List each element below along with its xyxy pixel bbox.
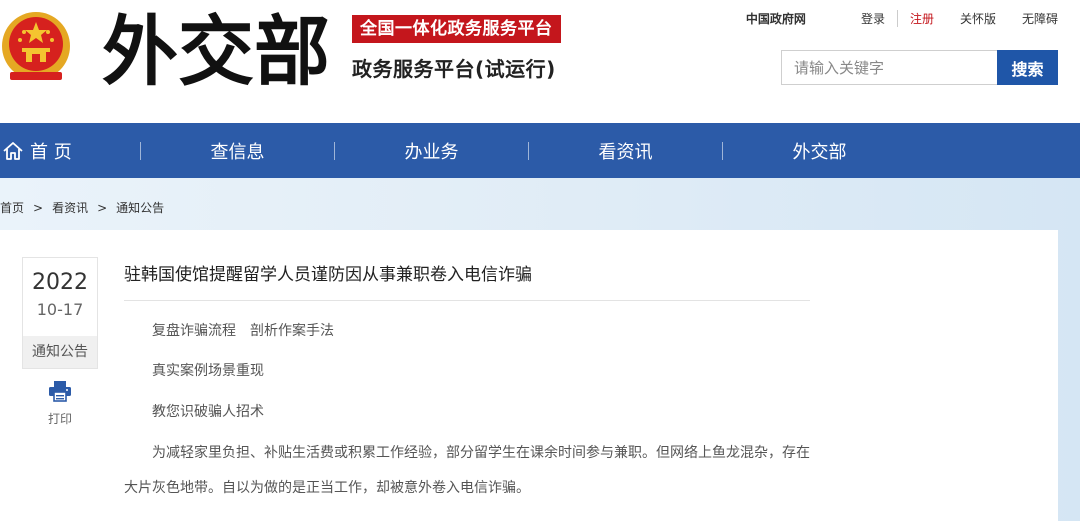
article-paragraph: 教您识破骗人招术 xyxy=(152,404,264,420)
article-paragraph: 为减轻家里负担、补贴生活费或积累工作经验，部分留学生在课余时间参与兼职。但网络上… xyxy=(124,445,810,496)
breadcrumb-current: 通知公告 xyxy=(116,201,165,215)
article-paragraph: 复盘诈骗流程 剖析作案手法 xyxy=(152,323,334,339)
main-nav: 首 页 查信息 办业务 看资讯 外交部 xyxy=(0,123,1080,178)
nav-ministry-label: 外交部 xyxy=(792,141,847,163)
search-button[interactable]: 搜索 xyxy=(997,50,1058,85)
gov-site-link[interactable]: 中国政府网 xyxy=(746,10,806,27)
date-month-day: 10-17 xyxy=(36,300,84,319)
national-emblem-icon[interactable] xyxy=(0,8,72,88)
nav-query-info-label: 查信息 xyxy=(210,141,265,163)
printer-icon xyxy=(49,381,71,402)
ministry-calligraphy-logo: 外交部 xyxy=(102,7,328,96)
title-divider xyxy=(124,300,810,301)
accessibility-link[interactable]: 无障碍 xyxy=(1022,10,1058,27)
article-paragraph: 真实案例场景重现 xyxy=(152,363,264,379)
nav-ministry[interactable]: 外交部 xyxy=(723,123,916,178)
date-year: 2022 xyxy=(32,270,88,295)
breadcrumb-home[interactable]: 首页 xyxy=(0,199,24,216)
nav-news[interactable]: 看资讯 xyxy=(529,123,722,178)
print-label: 打印 xyxy=(47,412,72,426)
site-header: 外交部 全国一体化政务服务平台 政务服务平台(试运行) 中国政府网 登录 注册 … xyxy=(0,0,1080,123)
nav-home-label: 首 页 xyxy=(30,141,72,163)
nav-services-label: 办业务 xyxy=(404,141,459,163)
search-input[interactable] xyxy=(781,50,997,85)
breadcrumb-news[interactable]: 看资讯 xyxy=(52,199,88,216)
top-links: 中国政府网 登录 注册 关怀版 无障碍 xyxy=(746,10,1058,27)
platform-subtitle: 政务服务平台(试运行) xyxy=(352,57,556,81)
breadcrumb-separator: > xyxy=(97,200,108,215)
article-title: 驻韩国使馆提醒留学人员谨防因从事兼职卷入电信诈骗 xyxy=(124,265,532,285)
login-link[interactable]: 登录 xyxy=(861,10,885,27)
print-button[interactable]: 打印 xyxy=(40,380,80,427)
calligraphy-text: 外交部 xyxy=(102,7,328,96)
home-icon xyxy=(3,141,23,160)
category-label: 通知公告 xyxy=(23,336,97,368)
platform-banner: 全国一体化政务服务平台 xyxy=(352,15,561,43)
breadcrumb-separator: > xyxy=(33,200,44,215)
nav-news-label: 看资讯 xyxy=(598,141,653,163)
register-link[interactable]: 注册 xyxy=(896,10,934,27)
nav-services[interactable]: 办业务 xyxy=(335,123,528,178)
care-mode-link[interactable]: 关怀版 xyxy=(960,10,996,27)
nav-query-info[interactable]: 查信息 xyxy=(141,123,334,178)
breadcrumb: 首页 > 看资讯 > 通知公告 xyxy=(0,199,164,216)
nav-home[interactable]: 首 页 xyxy=(0,123,140,178)
search-bar: 搜索 xyxy=(781,50,1058,85)
date-box: 2022 10-17 通知公告 xyxy=(22,257,98,369)
